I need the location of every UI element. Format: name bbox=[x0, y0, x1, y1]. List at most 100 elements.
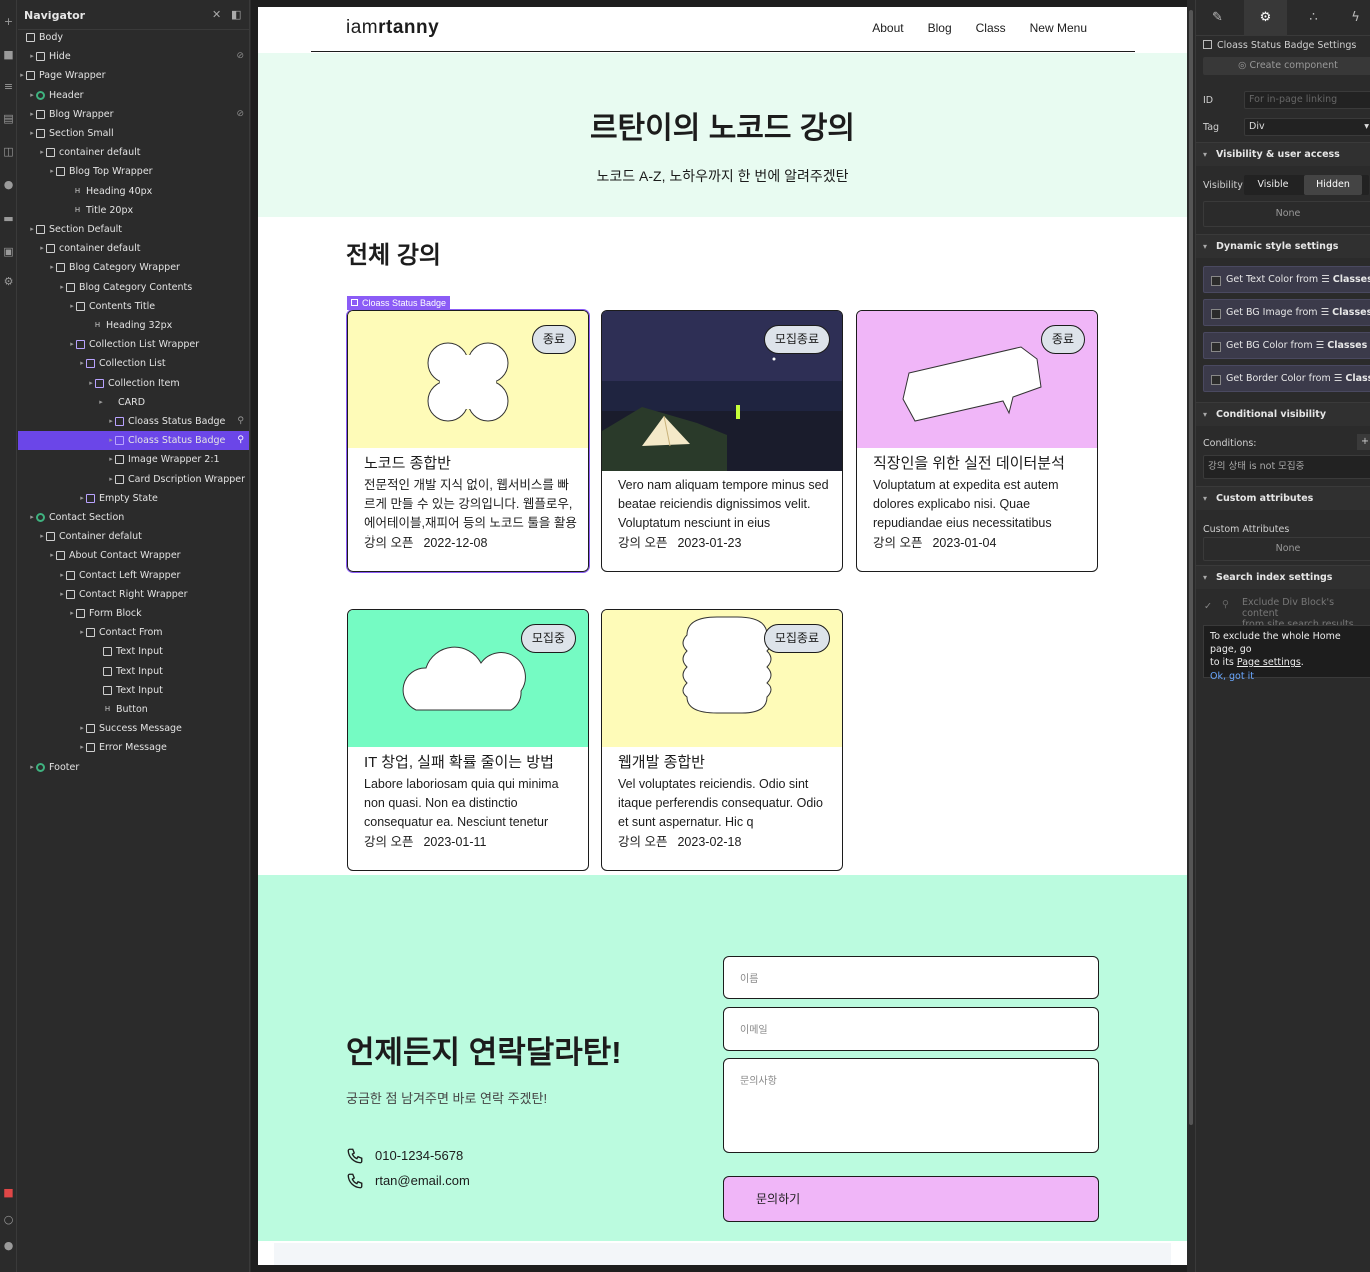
record-icon[interactable]: ■ bbox=[0, 1184, 17, 1202]
chevron-right-icon[interactable]: ▸ bbox=[107, 470, 115, 489]
nav-item[interactable]: ▸ Contents Title bbox=[18, 297, 249, 316]
chevron-right-icon[interactable]: ▸ bbox=[68, 335, 76, 354]
nav-item[interactable]: ▸ Success Message bbox=[18, 719, 249, 738]
dynamic-style-row[interactable]: Get Border Color from ☰ Classes bbox=[1203, 365, 1370, 392]
custom-attributes-none[interactable]: None bbox=[1203, 537, 1370, 561]
chevron-right-icon[interactable]: ▸ bbox=[97, 393, 105, 412]
nav-item[interactable]: ▸ Contact From bbox=[18, 623, 249, 642]
users-icon[interactable]: ● bbox=[0, 176, 17, 194]
settings-icon[interactable]: ⚙ bbox=[0, 273, 17, 291]
hidden-option[interactable]: Hidden bbox=[1304, 175, 1362, 195]
nav-item[interactable]: H Title 20px bbox=[18, 201, 249, 220]
course-card[interactable]: 모집종료 웹개발 종합반 Vel voluptates reiciendis. Od… bbox=[601, 609, 843, 871]
chevron-right-icon[interactable]: ▸ bbox=[68, 604, 76, 623]
chevron-right-icon[interactable]: ▸ bbox=[107, 450, 115, 469]
dynamic-style-row[interactable]: Get BG Image from ☰ Classes bbox=[1203, 299, 1370, 326]
add-icon[interactable]: + bbox=[0, 13, 17, 31]
canvas-scrollbar[interactable] bbox=[1187, 0, 1195, 1272]
chevron-right-icon[interactable]: ▸ bbox=[107, 412, 115, 431]
menu-class[interactable]: Class bbox=[976, 21, 1006, 35]
chevron-right-icon[interactable]: ▸ bbox=[28, 508, 36, 527]
nav-item[interactable]: ▸ Collection Item bbox=[18, 374, 249, 393]
nav-item[interactable]: H Heading 40px bbox=[18, 182, 249, 201]
submit-button[interactable]: 문의하기 bbox=[723, 1176, 1099, 1222]
menu-blog[interactable]: Blog bbox=[928, 21, 952, 35]
nav-item[interactable]: ▸ Page Wrapper bbox=[18, 66, 249, 85]
chevron-right-icon[interactable]: ▸ bbox=[78, 489, 86, 508]
settings-tab-gear-icon[interactable]: ⚙ bbox=[1244, 0, 1287, 36]
add-condition-button[interactable]: + bbox=[1357, 434, 1370, 450]
visible-option[interactable]: Visible bbox=[1244, 175, 1302, 195]
chevron-right-icon[interactable]: ▸ bbox=[87, 374, 95, 393]
nav-item[interactable]: ▸ Blog Category Wrapper bbox=[18, 258, 249, 277]
nav-item[interactable]: ▸ Contact Right Wrapper bbox=[18, 585, 249, 604]
nav-item[interactable]: ▸ Card Dscription Wrapper bbox=[18, 470, 249, 489]
nav-item[interactable]: ▸ Blog Top Wrapper bbox=[18, 162, 249, 181]
nav-item[interactable]: ▸ Blog Category Contents bbox=[18, 278, 249, 297]
cube-icon[interactable]: ■ bbox=[0, 46, 17, 64]
chevron-right-icon[interactable]: ▸ bbox=[18, 66, 26, 85]
chevron-right-icon[interactable]: ▸ bbox=[78, 354, 86, 373]
menu-about[interactable]: About bbox=[872, 21, 903, 35]
conditional-visibility-header[interactable]: Conditional visibility bbox=[1196, 402, 1370, 426]
course-card[interactable]: 모집중 IT 창업, 실패 확률 줄이는 방법 Labore laboriosam … bbox=[347, 609, 589, 871]
collaborators-icon[interactable]: ● bbox=[0, 1237, 17, 1255]
nav-item[interactable]: ▸ Footer bbox=[18, 758, 249, 777]
nav-item[interactable]: ▸ About Contact Wrapper bbox=[18, 546, 249, 565]
nav-item[interactable]: ▸ Header bbox=[18, 86, 249, 105]
chevron-right-icon[interactable]: ▸ bbox=[38, 527, 46, 546]
checkbox-check-icon[interactable]: ✓ bbox=[1204, 601, 1212, 612]
chevron-right-icon[interactable]: ▸ bbox=[48, 546, 56, 565]
name-input[interactable]: 이름 bbox=[723, 956, 1099, 999]
access-none[interactable]: None bbox=[1203, 201, 1370, 227]
pages-icon[interactable]: ▤ bbox=[0, 110, 17, 128]
condition-item[interactable]: 강의 상태 is not 모집중 bbox=[1203, 455, 1370, 479]
dynamic-style-header[interactable]: Dynamic style settings bbox=[1196, 234, 1370, 258]
chevron-right-icon[interactable]: ▸ bbox=[48, 162, 56, 181]
site-logo[interactable]: iamrtanny bbox=[346, 17, 439, 39]
nav-item[interactable]: ▸ Cloass Status Badge ⚲ bbox=[18, 431, 249, 451]
email-input[interactable]: 이메일 bbox=[723, 1007, 1099, 1051]
nav-item[interactable]: Text Input bbox=[18, 642, 249, 661]
id-input[interactable]: For in-page linking bbox=[1244, 91, 1370, 109]
nav-item[interactable]: ▸ Collection List Wrapper bbox=[18, 335, 249, 354]
nav-item[interactable]: ▸ Container defalut bbox=[18, 527, 249, 546]
ok-got-it-link[interactable]: Ok, got it bbox=[1210, 670, 1366, 683]
custom-attributes-header[interactable]: Custom attributes bbox=[1196, 486, 1370, 510]
chevron-right-icon[interactable]: ▸ bbox=[68, 297, 76, 316]
course-card[interactable]: 종료 노코드 종합반 전문적인 개발 지식 없이, 웹서비스를 빠르게 만들 수 있… bbox=[346, 309, 590, 573]
lightning-icon[interactable]: ϟ bbox=[1334, 0, 1370, 36]
menu-new[interactable]: New Menu bbox=[1030, 21, 1087, 35]
search-index-header[interactable]: Search index settings bbox=[1196, 565, 1370, 589]
nav-item[interactable]: ▸ Blog Wrapper ⊘ bbox=[18, 105, 249, 124]
nav-item[interactable]: ▸ CARD bbox=[18, 393, 249, 412]
chevron-right-icon[interactable]: ▸ bbox=[28, 758, 36, 777]
chevron-right-icon[interactable]: ▸ bbox=[78, 623, 86, 642]
chevron-right-icon[interactable]: ▸ bbox=[48, 258, 56, 277]
nav-item[interactable]: ▸ Empty State bbox=[18, 489, 249, 508]
nav-item[interactable]: ▸ Form Block bbox=[18, 604, 249, 623]
chevron-right-icon[interactable]: ▸ bbox=[107, 431, 115, 450]
nav-item[interactable]: ▸ Section Small bbox=[18, 124, 249, 143]
dynamic-style-row[interactable]: Get Text Color from ☰ Classes bbox=[1203, 266, 1370, 293]
dynamic-style-row[interactable]: Get BG Color from ☰ Classes bbox=[1203, 332, 1370, 359]
chevron-right-icon[interactable]: ▸ bbox=[78, 719, 86, 738]
chevron-right-icon[interactable]: ▸ bbox=[28, 124, 36, 143]
interactions-tab-drops-icon[interactable]: ∴ bbox=[1292, 0, 1335, 36]
chevron-right-icon[interactable]: ▸ bbox=[78, 738, 86, 757]
nav-item[interactable]: ▸ Contact Section bbox=[18, 508, 249, 527]
chevron-right-icon[interactable]: ▸ bbox=[28, 220, 36, 239]
nav-item[interactable]: ▸ Contact Left Wrapper bbox=[18, 566, 249, 585]
chevron-right-icon[interactable]: ▸ bbox=[38, 143, 46, 162]
create-component-button[interactable]: ◎ Create component bbox=[1203, 57, 1370, 75]
chevron-right-icon[interactable]: ▸ bbox=[58, 566, 66, 585]
chevron-right-icon[interactable]: ▸ bbox=[58, 278, 66, 297]
course-card[interactable]: 모집종료 Vero nam aliquam tempore minus sed b… bbox=[601, 310, 843, 572]
page-settings-link[interactable]: Page settings bbox=[1237, 657, 1301, 668]
ecommerce-icon[interactable]: ▬ bbox=[0, 210, 17, 228]
nav-item[interactable]: ▸ Cloass Status Badge ⚲ bbox=[18, 412, 249, 431]
nav-item[interactable]: ▸ Image Wrapper 2:1 bbox=[18, 450, 249, 469]
nav-item[interactable]: Text Input bbox=[18, 662, 249, 681]
course-card[interactable]: 종료 직장인을 위한 실전 데이터분석 Voluptatum at expedita… bbox=[856, 310, 1098, 572]
chevron-right-icon[interactable]: ▸ bbox=[38, 239, 46, 258]
